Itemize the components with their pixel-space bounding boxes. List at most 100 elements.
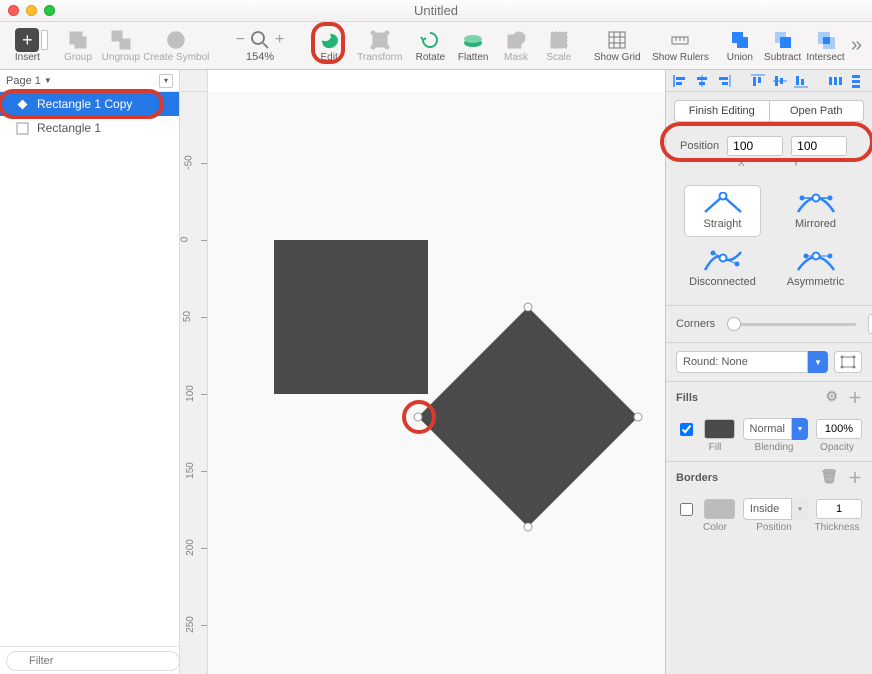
border-checkbox[interactable] xyxy=(680,503,693,516)
finish-editing-button[interactable]: Finish Editing xyxy=(674,100,770,122)
trash-icon[interactable]: 🗑 xyxy=(820,468,838,488)
open-path-button[interactable]: Open Path xyxy=(770,100,865,122)
align-right-icon[interactable] xyxy=(715,74,731,88)
point-type-asymmetric[interactable]: Asymmetric xyxy=(777,243,854,295)
mask-tool[interactable]: Mask xyxy=(495,24,538,68)
filter-input[interactable] xyxy=(6,651,180,671)
point-type-mirrored[interactable]: Mirrored xyxy=(777,185,854,237)
ruler-tick: 50 xyxy=(182,311,193,322)
subtract-tool[interactable]: Subtract xyxy=(761,24,804,68)
align-bottom-icon[interactable] xyxy=(793,74,809,88)
insert-label: Insert xyxy=(15,52,40,63)
scale-tool[interactable]: Scale xyxy=(537,24,580,68)
corners-input[interactable] xyxy=(868,314,872,334)
square-shape-icon xyxy=(16,122,29,135)
layers-footer: 🔍 ⧉ ✎0 xyxy=(0,646,179,674)
round-select[interactable]: Round: None ▼ xyxy=(676,351,828,373)
page-label: Page 1 xyxy=(6,75,41,87)
corners-label: Corners xyxy=(676,318,715,330)
opacity-input[interactable] xyxy=(816,419,862,439)
zoom-tool[interactable]: − + 154% xyxy=(220,24,300,68)
ungroup-tool[interactable]: Ungroup xyxy=(99,24,142,68)
ruler-tick: 150 xyxy=(185,462,196,479)
create-symbol-tool[interactable]: Create Symbol xyxy=(142,24,210,68)
zoom-out-icon[interactable]: − xyxy=(236,31,245,49)
transform-label: Transform xyxy=(357,52,402,63)
vertex-handle[interactable] xyxy=(524,303,532,311)
edit-tool[interactable]: Edit xyxy=(308,24,351,68)
shape-rectangle-1[interactable] xyxy=(274,240,428,394)
canvas[interactable] xyxy=(208,92,665,674)
layer-label: Rectangle 1 xyxy=(37,121,101,135)
border-color-swatch[interactable] xyxy=(704,499,735,519)
align-left-icon[interactable] xyxy=(673,74,689,88)
magnifier-icon[interactable] xyxy=(249,29,271,51)
align-top-icon[interactable] xyxy=(750,74,766,88)
zoom-in-icon[interactable]: + xyxy=(275,31,284,49)
page-options-icon[interactable]: ▾ xyxy=(159,74,173,88)
show-rulers-label: Show Rulers xyxy=(652,52,709,63)
align-center-v-icon[interactable] xyxy=(772,74,788,88)
y-sublabel: Y xyxy=(793,158,800,169)
borders-title: Borders xyxy=(676,472,718,484)
point-type-straight[interactable]: Straight xyxy=(684,185,761,237)
layer-row-rectangle-1-copy[interactable]: Rectangle 1 Copy xyxy=(0,92,179,116)
rotate-tool[interactable]: Rotate xyxy=(409,24,452,68)
group-label: Group xyxy=(64,52,92,63)
show-rulers-tool[interactable]: Show Rulers xyxy=(646,24,714,68)
point-label: Straight xyxy=(704,218,742,230)
show-grid-tool[interactable]: Show Grid xyxy=(588,24,646,68)
plus-icon: +▾ xyxy=(15,28,39,52)
distribute-h-icon[interactable] xyxy=(828,74,844,88)
chevron-down-icon: ▼ xyxy=(792,418,808,440)
transform-tool[interactable]: Transform xyxy=(351,24,409,68)
plus-icon[interactable]: ＋ xyxy=(848,388,862,408)
ruler-tick: 250 xyxy=(185,616,196,633)
corners-slider[interactable] xyxy=(727,323,856,326)
toolbar-overflow-icon[interactable]: » xyxy=(847,34,866,57)
fill-checkbox[interactable] xyxy=(680,423,693,436)
edit-icon xyxy=(317,28,341,52)
vertex-handle-selected[interactable] xyxy=(414,413,422,421)
intersect-label: Intersect xyxy=(806,52,844,63)
gear-icon[interactable]: ⚙ xyxy=(825,388,838,408)
grid-icon xyxy=(605,28,629,52)
flatten-icon xyxy=(461,28,485,52)
zoom-value: 154% xyxy=(246,51,274,63)
shape-rectangle-1-copy[interactable] xyxy=(418,307,638,527)
plus-icon[interactable]: ＋ xyxy=(848,468,862,488)
corner-options-button[interactable] xyxy=(834,351,862,373)
page-selector[interactable]: Page 1▼ ▾ xyxy=(0,70,179,92)
sublabel: Color xyxy=(694,522,736,533)
border-position-label: Inside xyxy=(743,498,792,520)
chevron-updown-icon: ▾ xyxy=(792,498,808,520)
window-title: Untitled xyxy=(0,0,872,22)
blending-label: Normal xyxy=(743,418,792,440)
group-tool[interactable]: Group xyxy=(57,24,100,68)
group-icon xyxy=(66,28,90,52)
insert-tool[interactable]: +▾ Insert xyxy=(6,24,49,68)
subtract-icon xyxy=(771,28,795,52)
transform-icon xyxy=(368,28,392,52)
distribute-v-icon[interactable] xyxy=(849,74,865,88)
blending-select[interactable]: Normal▼ xyxy=(743,418,808,440)
position-x-input[interactable] xyxy=(727,136,783,156)
sublabel: Blending xyxy=(736,442,812,453)
align-center-h-icon[interactable] xyxy=(694,74,710,88)
intersect-tool[interactable]: Intersect xyxy=(804,24,847,68)
sublabel: Fill xyxy=(694,442,736,453)
layer-row-rectangle-1[interactable]: Rectangle 1 xyxy=(0,116,179,140)
border-position-select[interactable]: Inside▾ xyxy=(743,498,808,520)
titlebar: Untitled xyxy=(0,0,872,22)
round-label: Round: None xyxy=(676,351,808,373)
fill-color-swatch[interactable] xyxy=(704,419,735,439)
thickness-input[interactable] xyxy=(816,499,862,519)
position-y-input[interactable] xyxy=(791,136,847,156)
vertex-handle[interactable] xyxy=(634,413,642,421)
ruler-vertical[interactable]: -50 0 50 100 150 200 250 xyxy=(180,92,208,674)
union-tool[interactable]: Union xyxy=(718,24,761,68)
point-type-disconnected[interactable]: Disconnected xyxy=(684,243,761,295)
vertex-handle[interactable] xyxy=(524,523,532,531)
flatten-tool[interactable]: Flatten xyxy=(452,24,495,68)
flatten-label: Flatten xyxy=(458,52,489,63)
